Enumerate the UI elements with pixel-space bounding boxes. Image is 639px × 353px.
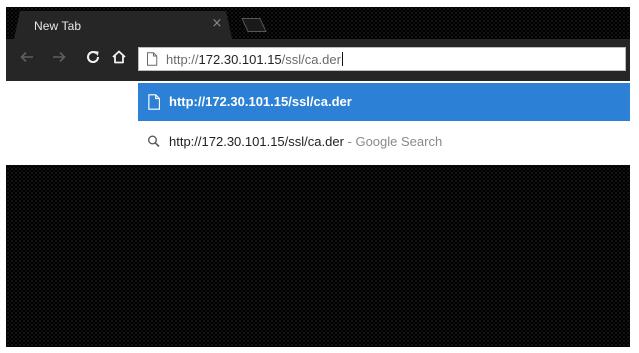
- tab-title: New Tab: [34, 19, 82, 33]
- search-icon: [148, 135, 160, 148]
- url-scheme: http://: [166, 52, 199, 67]
- new-tab-button[interactable]: [238, 18, 268, 32]
- toolbar: http://172.30.101.15/ssl/ca.der: [6, 39, 630, 81]
- home-icon: [112, 50, 126, 64]
- back-button[interactable]: [18, 48, 36, 66]
- back-arrow-icon: [20, 51, 33, 63]
- forward-arrow-icon: [53, 51, 66, 63]
- close-tab-icon[interactable]: ×: [210, 17, 224, 31]
- omnibox-suggestions: http://172.30.101.15/ssl/ca.der http://1…: [6, 81, 630, 165]
- home-button[interactable]: [110, 48, 128, 66]
- forward-button[interactable]: [50, 48, 68, 66]
- tab-new-tab[interactable]: New Tab ×: [14, 11, 232, 39]
- browser-window: New Tab × http://172.30.101.15/ssl/ca.de…: [6, 7, 630, 347]
- address-text[interactable]: http://172.30.101.15/ssl/ca.der: [166, 52, 343, 67]
- new-tab-icon: [241, 18, 267, 32]
- text-caret: [341, 52, 343, 66]
- suggestion-text: http://172.30.101.15/ssl/ca.der: [169, 94, 352, 109]
- suggestion-search[interactable]: http://172.30.101.15/ssl/ca.der - Google…: [138, 123, 630, 161]
- suggestion-text: http://172.30.101.15/ssl/ca.der - Google…: [169, 134, 442, 149]
- reload-button[interactable]: [84, 48, 102, 66]
- url-path: /ssl/ca.der: [281, 52, 341, 67]
- search-query: http://172.30.101.15/ssl/ca.der: [169, 134, 344, 149]
- page-icon: [147, 52, 158, 66]
- tab-strip: New Tab ×: [6, 7, 630, 39]
- suggestion-url[interactable]: http://172.30.101.15/ssl/ca.der: [138, 83, 630, 121]
- search-engine-suffix: - Google Search: [343, 134, 443, 149]
- page-icon: [148, 94, 160, 110]
- url-host: 172.30.101.15: [198, 52, 282, 67]
- reload-icon: [87, 51, 100, 63]
- address-bar[interactable]: http://172.30.101.15/ssl/ca.der: [138, 47, 626, 71]
